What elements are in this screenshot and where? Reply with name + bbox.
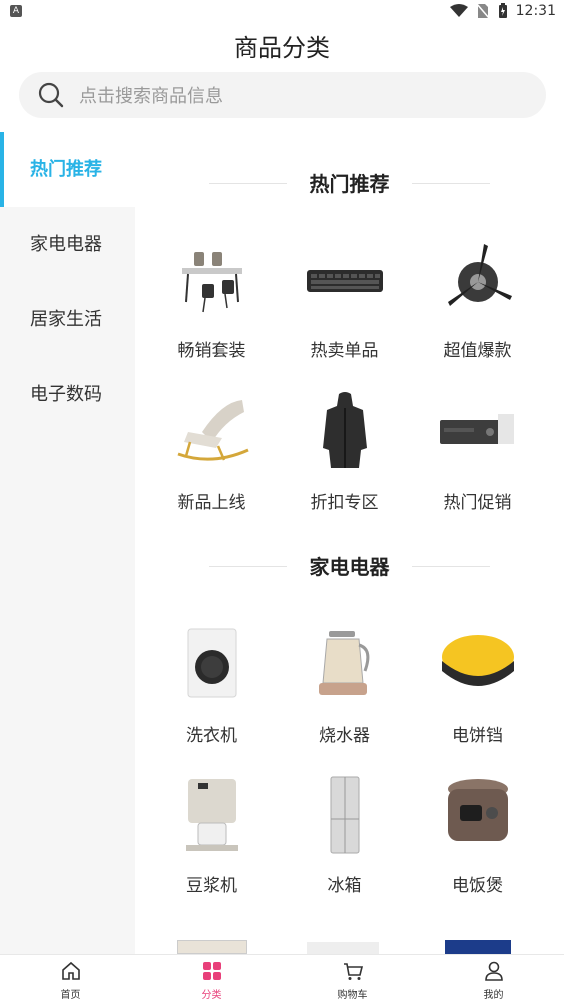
projector-icon [439,414,514,444]
category-item-bestseller-set[interactable]: 畅销套装 [145,240,278,361]
category-item-label: 烧水器 [319,726,370,746]
page-title: 商品分类 [234,34,330,62]
home-icon [61,961,80,980]
category-item-label: 热卖单品 [310,341,379,361]
rice-cooker-icon [447,779,508,841]
category-item-value-deal[interactable]: 超值爆款 [411,240,544,361]
wifi-icon [449,4,468,17]
tab-category[interactable]: 分类 [141,955,282,1002]
app-badge-icon: A [10,5,22,17]
category-icon [202,962,221,980]
category-item-label: 畅销套装 [177,341,246,361]
sidebar-item-hot[interactable]: 热门推荐 [0,132,135,207]
search-icon [38,82,64,108]
category-item-rice-cooker[interactable]: 电饭煲 [411,775,544,896]
soymilk-maker-icon [185,779,238,851]
bottom-tab-bar: 首页 分类 购物车 我的 [0,954,564,1002]
section-title: 家电电器 [135,551,564,580]
category-item-discount-zone[interactable]: 折扣专区 [278,392,411,513]
category-item-soymilk-maker[interactable]: 豆浆机 [145,775,278,896]
category-item-label: 超值爆款 [443,341,512,361]
pancake-maker-icon [441,635,514,686]
sidebar-item-home-living[interactable]: 居家生活 [0,282,135,357]
tab-home[interactable]: 首页 [0,955,141,1002]
category-item-fridge[interactable]: 冰箱 [278,775,411,896]
user-icon [484,961,503,981]
battery-icon [498,3,507,18]
fridge-icon [330,776,359,854]
search-bar[interactable]: 点击搜索商品信息 [19,72,546,118]
dining-set-icon [181,252,242,313]
rocking-chair-icon [177,400,249,461]
category-item-new-arrivals[interactable]: 新品上线 [145,392,278,513]
category-item-label: 折扣专区 [310,493,379,513]
cart-icon [343,963,363,980]
tab-profile[interactable]: 我的 [423,955,564,1002]
washing-machine-icon [187,628,236,698]
clock: 12:31 [515,3,556,19]
category-item-label: 豆浆机 [186,876,237,896]
no-sim-icon [476,3,490,19]
status-bar: A 12:31 [0,0,564,26]
search-input[interactable]: 点击搜索商品信息 [79,82,223,108]
category-item-label: 电饼铛 [452,726,503,746]
sidebar-item-appliances[interactable]: 家电电器 [0,207,135,282]
product-image-partial [445,940,511,954]
tab-cart[interactable]: 购物车 [282,955,423,1002]
category-item-hot-promo[interactable]: 热门促销 [411,392,544,513]
category-item-label: 热门促销 [443,493,512,513]
category-item-label: 冰箱 [327,876,362,896]
product-image-partial [307,942,379,954]
keyboard-icon [306,270,383,292]
product-image-partial [177,940,247,954]
category-item-label: 洗衣机 [186,726,237,746]
jacket-icon [322,392,367,468]
category-item-hot-single[interactable]: 热卖单品 [278,240,411,361]
category-item-pancake-maker[interactable]: 电饼铛 [411,625,544,746]
category-sidebar: 热门推荐 家电电器 居家生活 电子数码 [0,132,135,954]
section-title: 热门推荐 [135,168,564,197]
category-item-washing-machine[interactable]: 洗衣机 [145,625,278,746]
category-item-label: 新品上线 [177,493,246,513]
category-content: 热门推荐 畅销套装 热卖单品 超值爆款 新品上线 折扣专区 热门促销 家电电器 … [135,132,564,954]
category-item-label: 电饭煲 [452,876,503,896]
sidebar-item-digital[interactable]: 电子数码 [0,357,135,432]
car-fan-icon [447,244,512,306]
category-item-kettle[interactable]: 烧水器 [278,625,411,746]
kettle-icon [318,631,369,695]
